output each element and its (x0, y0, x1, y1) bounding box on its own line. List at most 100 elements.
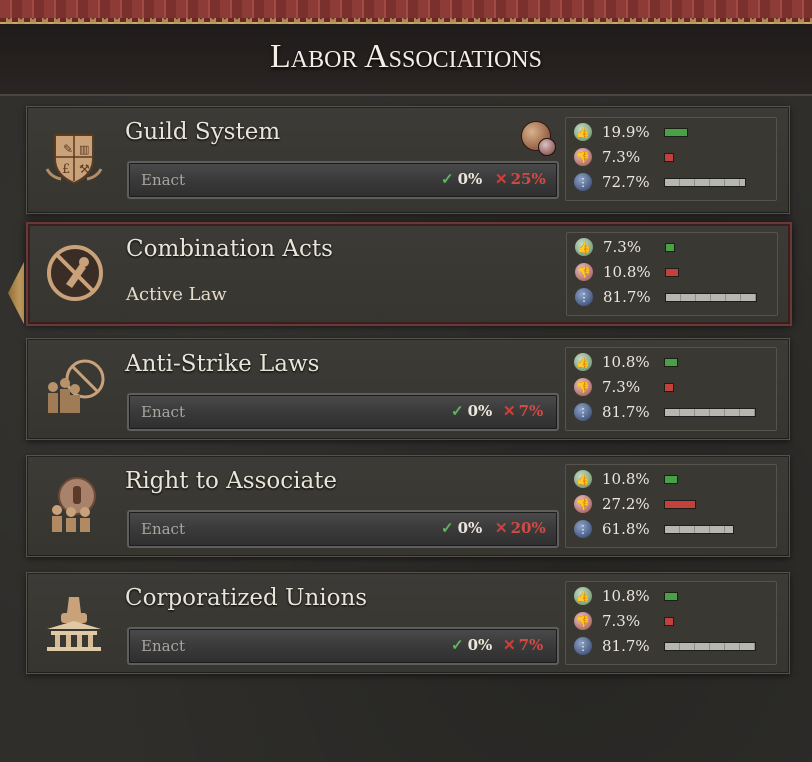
law-row-anti-strike-laws[interactable]: Anti-Strike Laws Enact ✓ 0% ✕ 7% 👍 10.8% 👎… (26, 338, 790, 440)
support-up-percent: 10.8% (602, 470, 650, 488)
support-row-neutral[interactable]: ⋮ 61.8% (574, 519, 774, 541)
oppose-bar (664, 153, 674, 162)
law-row-combination-acts[interactable]: Combination Acts Active Law 👍 7.3% 👎 10.… (26, 222, 792, 326)
support-row-neutral[interactable]: ⋮ 81.7% (574, 402, 774, 424)
law-name: Guild System (125, 119, 281, 145)
thumbs-down-icon: 👎 (574, 378, 592, 396)
thumbs-up-icon: 👍 (574, 353, 592, 371)
support-down-percent: 7.3% (602, 378, 641, 396)
support-bar (664, 592, 678, 601)
neutral-bar (664, 525, 734, 534)
support-up-percent: 10.8% (602, 353, 650, 371)
workers-banned-icon (41, 355, 107, 421)
panel-header: Labor Associations (0, 24, 812, 96)
support-row-up[interactable]: 👍 10.8% (574, 586, 774, 608)
neutral-bar (665, 293, 757, 302)
support-row-up[interactable]: 👍 7.3% (575, 237, 775, 259)
support-down-percent: 7.3% (602, 612, 641, 630)
support-down-percent: 27.2% (602, 495, 650, 513)
support-bar (665, 243, 675, 252)
neutral-icon: ⋮ (575, 288, 593, 306)
thumbs-up-icon: 👍 (575, 238, 593, 256)
cross-icon: ✕ (495, 519, 508, 537)
support-down-percent: 10.8% (603, 263, 651, 281)
support-row-down[interactable]: 👎 27.2% (574, 494, 774, 516)
fist-temple-icon (41, 589, 107, 655)
support-panel: 👍 10.8% 👎 7.3% ⋮ 81.7% (565, 347, 777, 431)
neutral-bar (664, 642, 756, 651)
check-icon: ✓ (451, 402, 464, 420)
law-row-guild-system[interactable]: ✎ ▥ £ ⚒ Guild System Enact ✓ 0% ✕ 25% 👍 19… (26, 106, 790, 214)
oppose-bar (664, 617, 674, 626)
law-name: Right to Associate (125, 468, 338, 494)
svg-text:✎: ✎ (63, 142, 73, 156)
support-row-down[interactable]: 👎 7.3% (574, 611, 774, 633)
enact-stall-chance: ✕ 25% (495, 170, 546, 188)
support-row-down[interactable]: 👎 10.8% (575, 262, 775, 284)
cross-icon: ✕ (503, 636, 516, 654)
svg-text:⚒: ⚒ (79, 162, 90, 176)
law-row-corporatized-unions[interactable]: Corporatized Unions Enact ✓ 0% ✕ 7% 👍 10.8… (26, 572, 790, 674)
support-row-up[interactable]: 👍 10.8% (574, 352, 774, 374)
support-bar (664, 475, 678, 484)
support-neutral-percent: 81.7% (602, 637, 650, 655)
support-up-percent: 7.3% (603, 238, 642, 256)
oppose-bar (664, 383, 674, 392)
support-down-percent: 7.3% (602, 148, 641, 166)
support-neutral-percent: 61.8% (602, 520, 650, 538)
support-panel: 👍 7.3% 👎 10.8% ⋮ 81.7% (566, 232, 778, 316)
shield-crest-icon: ✎ ▥ £ ⚒ (41, 123, 107, 189)
support-row-down[interactable]: 👎 7.3% (574, 147, 774, 169)
support-neutral-percent: 81.7% (602, 403, 650, 421)
support-row-down[interactable]: 👎 7.3% (574, 377, 774, 399)
law-name: Combination Acts (126, 236, 333, 262)
enact-label: Enact (141, 171, 185, 189)
page-title: Labor Associations (270, 38, 542, 75)
enact-label: Enact (141, 520, 185, 538)
support-up-percent: 10.8% (602, 587, 650, 605)
interest-group-opinion-icon[interactable] (521, 121, 556, 156)
law-name: Anti-Strike Laws (125, 351, 320, 377)
neutral-bar (664, 178, 746, 187)
support-panel: 👍 10.8% 👎 7.3% ⋮ 81.7% (565, 581, 777, 665)
enact-success-chance: ✓ 0% (441, 519, 483, 537)
thumbs-up-icon: 👍 (574, 470, 592, 488)
enact-success-chance: ✓ 0% (441, 170, 483, 188)
workers-fist-icon (41, 472, 107, 538)
support-row-neutral[interactable]: ⋮ 72.7% (574, 172, 774, 194)
enact-button[interactable]: Enact ✓ 0% ✕ 20% (127, 510, 559, 548)
thumbs-down-icon: 👎 (574, 495, 592, 513)
support-panel: 👍 19.9% 👎 7.3% ⋮ 72.7% (565, 117, 777, 201)
enact-label: Enact (141, 403, 185, 421)
support-panel: 👍 10.8% 👎 27.2% ⋮ 61.8% (565, 464, 777, 548)
support-neutral-percent: 72.7% (602, 173, 650, 191)
enact-success-chance: ✓ 0% (451, 402, 493, 420)
enact-button[interactable]: Enact ✓ 0% ✕ 7% (127, 393, 559, 431)
thumbs-up-icon: 👍 (574, 587, 592, 605)
support-bar (664, 358, 678, 367)
neutral-icon: ⋮ (574, 173, 592, 191)
check-icon: ✓ (451, 636, 464, 654)
thumbs-down-icon: 👎 (575, 263, 593, 281)
support-up-percent: 19.9% (602, 123, 650, 141)
active-law-marker (8, 262, 24, 324)
support-row-up[interactable]: 👍 10.8% (574, 469, 774, 491)
banned-tools-icon (42, 240, 108, 306)
enact-button[interactable]: Enact ✓ 0% ✕ 7% (127, 627, 559, 665)
support-row-up[interactable]: 👍 19.9% (574, 122, 774, 144)
thumbs-down-icon: 👎 (574, 148, 592, 166)
support-neutral-percent: 81.7% (603, 288, 651, 306)
law-row-right-to-associate[interactable]: Right to Associate Enact ✓ 0% ✕ 20% 👍 10.8… (26, 455, 790, 557)
enact-stall-chance: ✕ 7% (503, 402, 544, 420)
decorative-top-border (0, 0, 812, 28)
oppose-bar (665, 268, 679, 277)
thumbs-down-icon: 👎 (574, 612, 592, 630)
cross-icon: ✕ (495, 170, 508, 188)
check-icon: ✓ (441, 519, 454, 537)
enact-label: Enact (141, 637, 185, 655)
support-row-neutral[interactable]: ⋮ 81.7% (574, 636, 774, 658)
active-law-label: Active Law (126, 284, 227, 305)
support-bar (664, 128, 688, 137)
enact-button[interactable]: Enact ✓ 0% ✕ 25% (127, 161, 559, 199)
support-row-neutral[interactable]: ⋮ 81.7% (575, 287, 775, 309)
